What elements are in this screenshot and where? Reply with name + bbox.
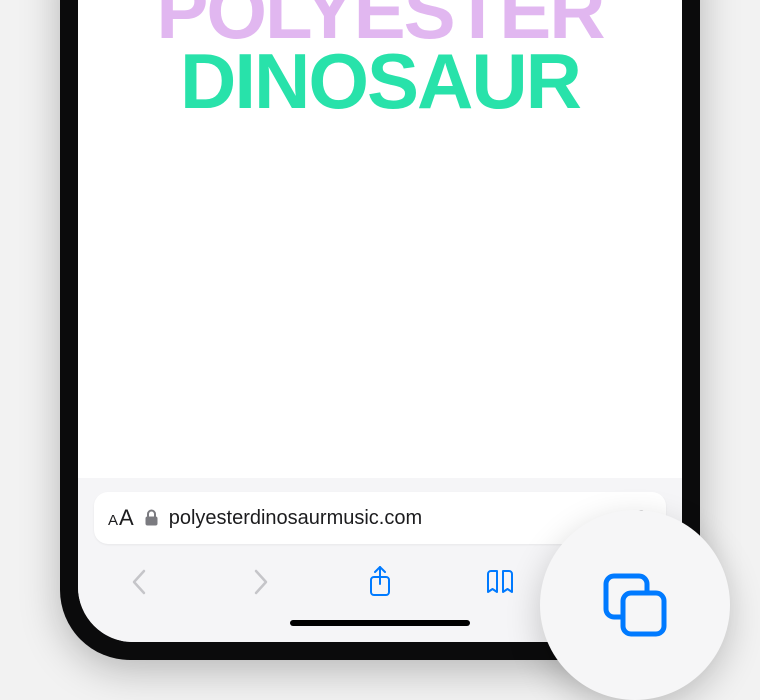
- url-text: polyesterdinosaurmusic.com: [169, 507, 620, 530]
- tabs-icon: [596, 566, 674, 644]
- hero-text-line-2: DINOSAUR: [180, 44, 580, 118]
- back-button[interactable]: [116, 560, 164, 604]
- text-size-large-a: A: [119, 505, 134, 531]
- home-indicator[interactable]: [290, 620, 470, 626]
- tabs-callout: [540, 510, 730, 700]
- share-button[interactable]: [356, 560, 404, 604]
- forward-button[interactable]: [236, 560, 284, 604]
- text-size-button[interactable]: A A: [108, 505, 134, 531]
- text-size-small-a: A: [108, 512, 118, 529]
- lock-icon: [144, 509, 159, 527]
- bookmarks-button[interactable]: [476, 560, 524, 604]
- webpage-content: POLYESTER DINOSAUR: [78, 0, 682, 478]
